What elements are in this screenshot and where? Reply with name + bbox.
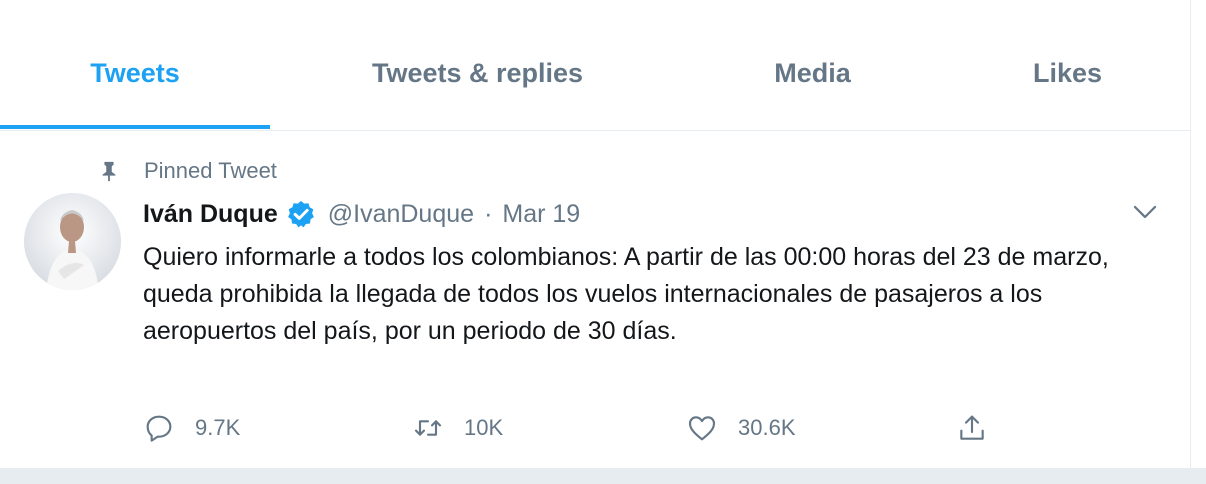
tab-likes-label: Likes [1032, 57, 1103, 88]
reply-icon [146, 415, 172, 442]
tweet-text: Quiero informarle a todos los colombiano… [143, 243, 1109, 345]
retweet-button[interactable]: 10K [412, 410, 503, 446]
pinned-label: Pinned Tweet [144, 158, 277, 183]
tab-tweets-label: Tweets [90, 57, 180, 88]
tweet-date[interactable]: Mar 19 [502, 200, 580, 229]
share-icon [960, 415, 984, 440]
avatar[interactable] [24, 193, 121, 290]
retweet-icon [414, 420, 442, 436]
chevron-down-icon[interactable] [1130, 197, 1160, 227]
tab-media-label: Media [774, 57, 851, 88]
pinned-indicator: Pinned Tweet [98, 156, 277, 186]
reply-button[interactable]: 9.7K [143, 410, 240, 446]
profile-tabs: Tweets Tweets & replies Media Likes [0, 18, 1190, 131]
avatar-image [24, 193, 121, 290]
reply-count: 9.7K [195, 415, 241, 440]
profile-timeline-panel: Tweets Tweets & replies Media Likes Pinn… [0, 0, 1190, 468]
verified-badge-icon [287, 201, 314, 228]
tab-likes[interactable]: Likes [955, 18, 1180, 128]
panel-right-border [1190, 0, 1191, 468]
timeline-separator [0, 468, 1206, 484]
tab-tweets-replies-label: Tweets & replies [371, 57, 584, 88]
retweet-count: 10K [464, 415, 504, 440]
tab-tweets[interactable]: Tweets [0, 18, 270, 129]
share-button[interactable] [956, 410, 988, 446]
heart-icon [688, 416, 716, 441]
active-tab-indicator [0, 125, 270, 129]
header-separator: · [484, 199, 493, 228]
tab-media[interactable]: Media [700, 18, 925, 128]
pin-icon [102, 161, 116, 182]
author-name[interactable]: Iván Duque [143, 200, 278, 229]
like-count: 30.6K [738, 415, 796, 440]
like-button[interactable]: 30.6K [686, 410, 796, 446]
tweet-header: Iván Duque @IvanDuque · Mar 19 [143, 196, 580, 232]
author-handle[interactable]: @IvanDuque [328, 200, 474, 229]
tab-tweets-replies[interactable]: Tweets & replies [290, 18, 665, 128]
